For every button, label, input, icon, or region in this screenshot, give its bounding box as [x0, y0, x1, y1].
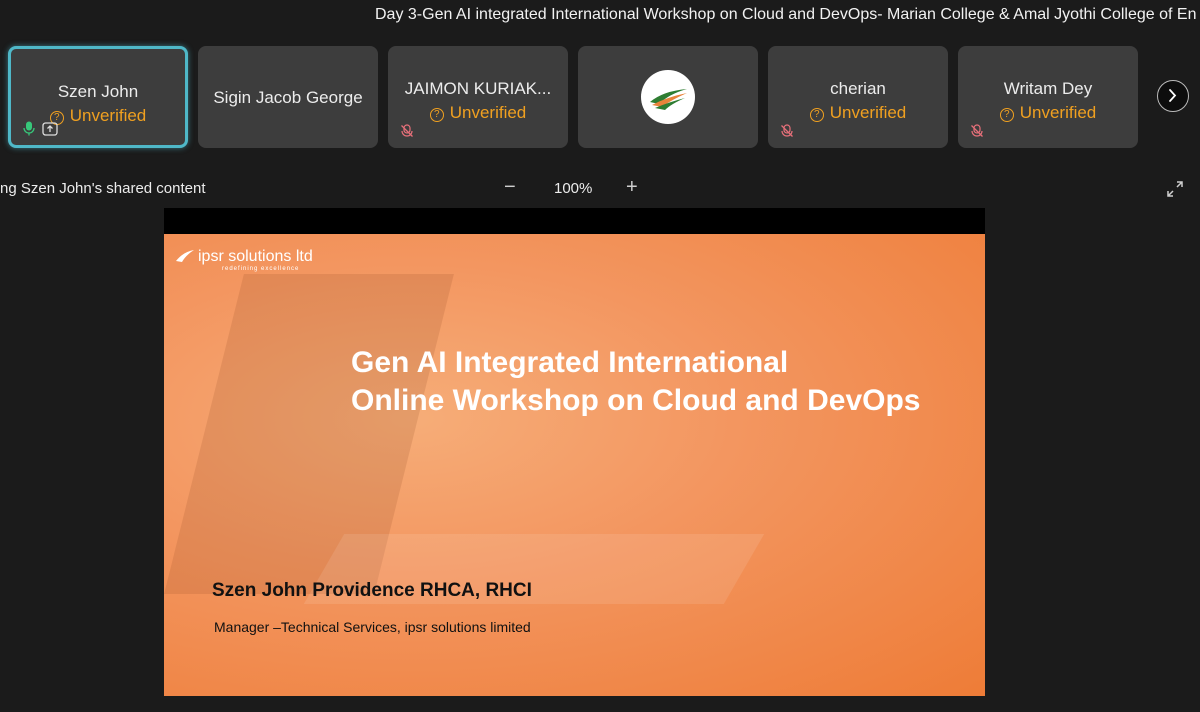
bird-logo-icon — [650, 89, 687, 110]
participant-name: Writam Dey — [1003, 79, 1093, 98]
mic-off-icon — [971, 124, 983, 137]
participant-tile-writam-dey[interactable]: Writam Dey ? Unverified — [958, 46, 1138, 148]
mic-off-icon — [781, 124, 793, 137]
mic-off-icon — [401, 124, 413, 137]
participant-tile-jaimon-kuriak[interactable]: JAIMON KURIAK... ? Unverified — [388, 46, 568, 148]
presenter-name: Szen John Providence RHCA, RHCI — [212, 580, 532, 601]
next-participants-button[interactable] — [1157, 80, 1189, 112]
participant-tile-cherian[interactable]: cherian ? Unverified — [768, 46, 948, 148]
presenter-role: Manager –Technical Services, ipsr soluti… — [214, 619, 531, 635]
meeting-title: Day 3-Gen AI integrated International Wo… — [375, 6, 1197, 23]
zoom-out-button[interactable]: − — [504, 176, 516, 199]
shared-content-viewer[interactable]: ipsr solutions ltd redefining excellence… — [164, 208, 985, 696]
presentation-slide: ipsr solutions ltd redefining excellence… — [164, 234, 985, 696]
participant-name: Sigin Jacob George — [213, 88, 363, 107]
verification-status: ? Unverified — [11, 106, 185, 126]
chevron-right-icon — [1169, 89, 1177, 102]
zoom-in-button[interactable]: + — [626, 176, 638, 199]
participant-name: cherian — [830, 79, 886, 98]
participant-name: Szen John — [57, 82, 139, 101]
participant-tile-sigin-jacob-george[interactable]: Sigin Jacob George — [198, 46, 378, 148]
question-icon: ? — [999, 108, 1014, 122]
mic-on-icon — [23, 121, 35, 136]
brand-name: ipsr solutions ltd — [198, 248, 313, 265]
fullscreen-icon[interactable] — [1166, 180, 1184, 198]
participant-avatar — [641, 70, 695, 124]
ipsr-logo-icon — [176, 250, 194, 262]
shared-content-label: ng Szen John's shared content — [0, 180, 206, 197]
verification-status: ? Unverified — [958, 103, 1138, 123]
question-icon: ? — [809, 108, 824, 122]
participant-tile-szen-john[interactable]: Szen John ? Unverified — [8, 46, 188, 148]
brand-tagline: redefining excellence — [222, 266, 300, 272]
screen-share-icon — [42, 122, 58, 136]
question-icon: ? — [429, 108, 444, 122]
participant-tile-logo[interactable] — [578, 46, 758, 148]
zoom-level: 100% — [554, 180, 593, 197]
verification-status: ? Unverified — [768, 103, 948, 123]
participant-name: JAIMON KURIAK... — [404, 79, 552, 98]
slide-title: Gen AI Integrated International Online W… — [351, 346, 921, 417]
verification-status: ? Unverified — [388, 103, 568, 123]
